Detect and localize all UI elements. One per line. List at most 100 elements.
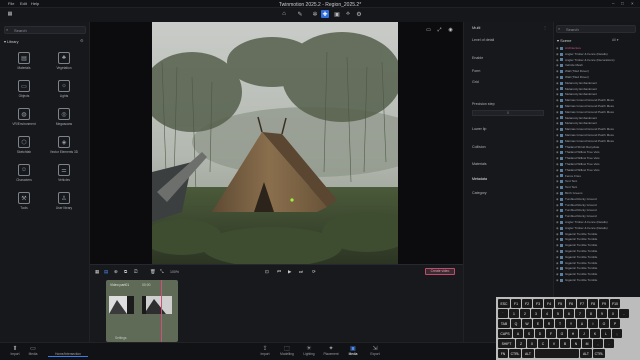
scene-item[interactable]: ◉ Gigantic Tumble Tumble <box>556 237 638 242</box>
scene-item[interactable]: ◉ Gigantic Tumble Tumble <box>556 278 638 283</box>
prop-lower-lip[interactable]: Lower lip <box>472 127 486 131</box>
visibility-icon[interactable]: ◉ <box>556 156 559 160</box>
visibility-icon[interactable]: ◉ <box>556 203 559 207</box>
key[interactable]: CTRL <box>509 349 521 358</box>
scene-item[interactable]: ◉ Vehicle Mesh <box>556 63 638 68</box>
key[interactable]: P <box>610 319 620 328</box>
playhead[interactable] <box>161 280 162 342</box>
scene-filter-dropdown[interactable]: All ▾ <box>612 38 618 42</box>
scene-item[interactable]: ◉ Thailand Willow Tree Vets <box>556 156 638 161</box>
scene-item[interactable]: ◉ Marinas Ground Ground Patch Moss <box>556 139 638 144</box>
scene-item[interactable]: ◉ Wall (Tiled Rover) <box>556 69 638 74</box>
scene-item[interactable]: ◉ Tumbled Rocky Ground <box>556 203 638 208</box>
key[interactable]: CAPS <box>498 329 512 338</box>
visibility-icon[interactable]: ◉ <box>556 58 559 62</box>
key[interactable]: 4 <box>542 309 552 318</box>
bottom-home-tab[interactable]: Home/Intersection <box>48 345 88 357</box>
key[interactable]: TAB <box>498 319 510 328</box>
library-item-environment[interactable]: ◍ VR/Environment <box>4 108 44 126</box>
bottom-tab-modelling[interactable]: ⬚ Modelling <box>276 345 298 356</box>
key[interactable]: F4 <box>544 299 554 308</box>
bottom-tab-media[interactable]: ▣ Media <box>342 345 364 356</box>
scene-item[interactable]: ◉ Marinas Ground Ground Patch Moss <box>556 127 638 132</box>
prop-materials[interactable]: Materials <box>472 162 487 166</box>
key[interactable]: O <box>599 319 609 328</box>
visibility-icon[interactable]: ◉ <box>556 69 559 73</box>
visibility-icon[interactable]: ◉ <box>556 255 559 259</box>
key[interactable]: - <box>619 309 629 318</box>
visibility-icon[interactable]: ◉ <box>556 179 559 183</box>
key[interactable]: H <box>568 329 578 338</box>
key[interactable]: K <box>590 329 600 338</box>
library-item-vegetation[interactable]: ♣ Vegetation <box>44 52 84 70</box>
key[interactable]: E <box>533 319 543 328</box>
image-icon[interactable]: ▣ <box>333 10 341 18</box>
visibility-icon[interactable]: ◉ <box>556 150 559 154</box>
visibility-icon[interactable]: ◉ <box>556 272 559 276</box>
camera-add-icon[interactable]: ⎚ <box>134 269 138 274</box>
gear-icon[interactable]: ✲ <box>311 10 319 18</box>
key[interactable]: Q <box>511 319 521 328</box>
key[interactable]: L <box>601 329 611 338</box>
key[interactable]: X <box>527 339 537 348</box>
scene-item[interactable]: ◉ Tent Tent <box>556 185 638 190</box>
capture-icon[interactable]: ⊡ <box>265 269 269 275</box>
bottom-media-left[interactable]: ▭ Media <box>22 345 44 356</box>
visibility-icon[interactable]: ◉ <box>556 214 559 218</box>
settings-icon[interactable]: ⚙ <box>355 10 363 18</box>
scene-item[interactable]: ◉ Angler Timber & Fence (Details) <box>556 220 638 225</box>
scene-item[interactable]: ◉ Tumbled Rocky Ground <box>556 208 638 213</box>
prop-grid[interactable]: Grid <box>472 80 479 84</box>
render-view[interactable] <box>152 22 398 264</box>
library-search-input[interactable]: Search <box>4 26 86 34</box>
visibility-icon[interactable]: ◉ <box>556 127 559 131</box>
delete-icon[interactable]: 🗑 <box>150 269 156 275</box>
key[interactable]: ALT <box>580 349 592 358</box>
scene-item[interactable]: ◉ Melancoly Embankment <box>556 116 638 121</box>
prop-form[interactable]: Form <box>472 69 480 73</box>
scene-item[interactable]: ◉ Tent Tent <box>556 179 638 184</box>
duplicate-icon[interactable]: ⧉ <box>124 269 127 274</box>
key-space[interactable] <box>535 349 579 358</box>
skip-forward-icon[interactable]: ⏭ <box>299 269 303 274</box>
scene-item[interactable]: ◉ Gigantic Tumble Tumble <box>556 249 638 254</box>
key[interactable]: Y <box>566 319 576 328</box>
scene-item[interactable]: ◉ Marinas Ground Ground Patch Moss <box>556 110 638 115</box>
properties-menu-icon[interactable]: ⋮ <box>543 25 547 30</box>
visibility-icon[interactable]: ◉ <box>556 185 559 189</box>
view-icon[interactable]: ◉ <box>447 26 454 33</box>
prop-collision[interactable]: Collision <box>472 145 486 149</box>
visibility-icon[interactable]: ◉ <box>556 249 559 253</box>
maximize-icon[interactable]: □ <box>621 1 624 6</box>
visibility-icon[interactable]: ◉ <box>556 139 559 143</box>
visibility-icon[interactable]: ◉ <box>556 232 559 236</box>
library-item-megascans[interactable]: ◎ Megascans <box>44 108 84 126</box>
bottom-tab-export[interactable]: ⇲ Export <box>364 345 386 356</box>
sidebar-toggle-icon[interactable]: ▦ <box>6 10 14 18</box>
key[interactable]: 2 <box>520 309 530 318</box>
key[interactable]: R <box>544 319 554 328</box>
visibility-icon[interactable]: ◉ <box>556 278 559 282</box>
key[interactable]: 0 <box>608 309 618 318</box>
visibility-icon[interactable]: ◉ <box>556 63 559 67</box>
library-item-tools[interactable]: ⚒ Tools <box>4 192 44 210</box>
key[interactable]: FN <box>498 349 508 358</box>
visibility-icon[interactable]: ◉ <box>556 104 559 108</box>
scene-item[interactable]: ◉ Fence Fries <box>556 174 638 179</box>
visibility-icon[interactable]: ◉ <box>556 226 559 230</box>
visibility-icon[interactable]: ◉ <box>556 52 559 56</box>
visibility-icon[interactable]: ◉ <box>556 208 559 212</box>
scene-item[interactable]: ◉ Birch Greens <box>556 191 638 196</box>
key[interactable]: ` <box>498 309 508 318</box>
library-item-user-library[interactable]: ♙ User library <box>44 192 84 210</box>
key[interactable]: 3 <box>531 309 541 318</box>
key[interactable]: M <box>582 339 592 348</box>
scene-item[interactable]: ◉ Angler Timber & Fence (Details) <box>556 52 638 57</box>
key[interactable]: C <box>538 339 548 348</box>
scene-item[interactable]: ◉ Thailand Willow Tree Vets <box>556 168 638 173</box>
scene-item[interactable]: ◉ Gigantic Tumble Tumble <box>556 261 638 266</box>
key[interactable]: , <box>593 339 603 348</box>
scene-item[interactable]: ◉ Thailand Willow Tree Vets <box>556 150 638 155</box>
scene-item[interactable]: ◉ Wall (Tiled Rover) <box>556 75 638 80</box>
key[interactable]: T <box>555 319 565 328</box>
